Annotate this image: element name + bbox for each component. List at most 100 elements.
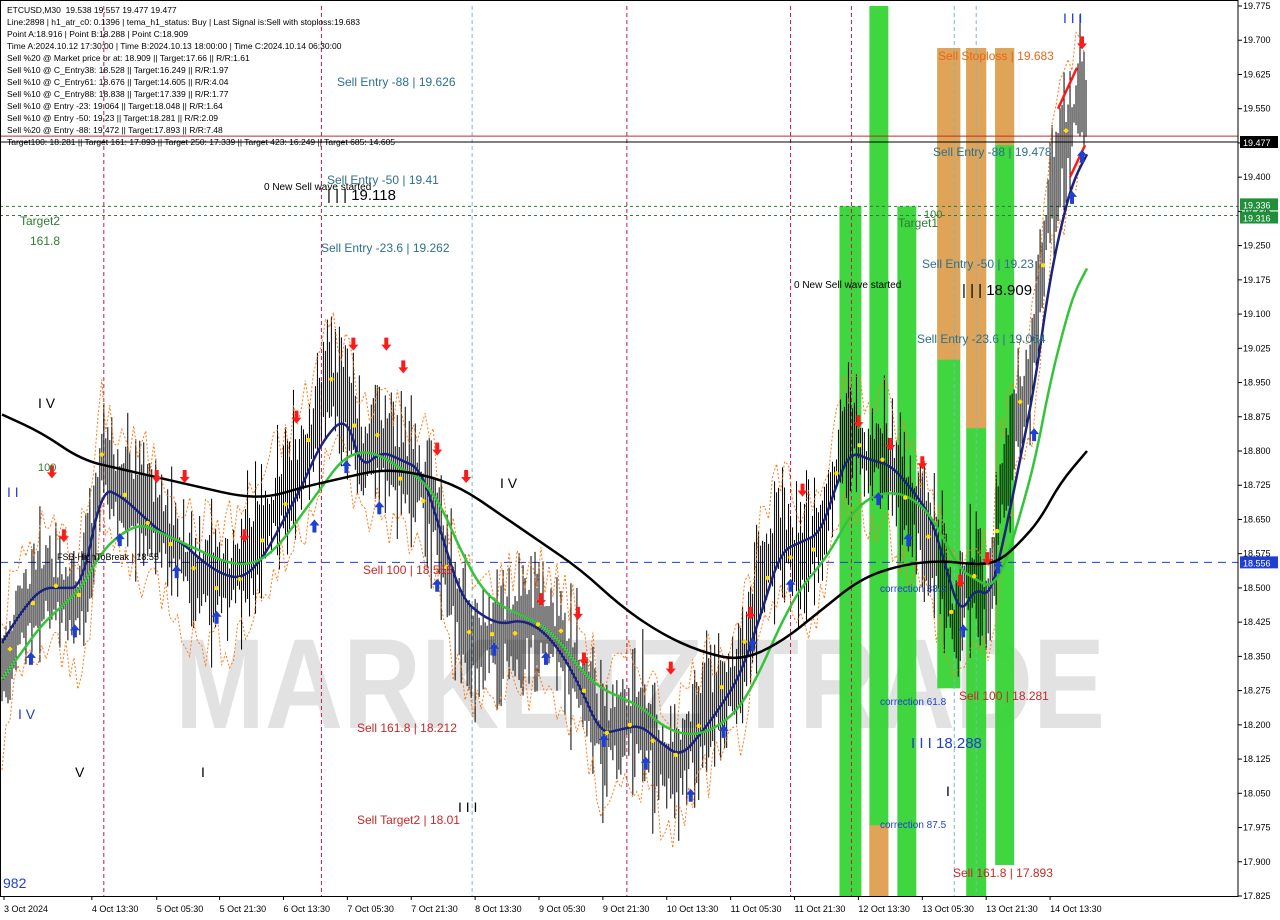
chart-annotation: I [946, 783, 950, 799]
pivot-dot [926, 534, 931, 539]
y-tick-label: 18.950 [1243, 378, 1271, 388]
x-tick-label: 8 Oct 13:30 [475, 904, 522, 914]
pivot-dot [811, 547, 816, 552]
buy-arrow-icon [25, 651, 36, 665]
x-tick-label: 7 Oct 05:30 [347, 904, 394, 914]
signal-zones [839, 6, 1015, 896]
chart-annotation: 161.8 [30, 234, 60, 248]
sell-arrow-icon [398, 360, 409, 374]
buy-arrow-icon [309, 519, 320, 533]
pivot-dot [375, 432, 380, 438]
pivot-dot [880, 457, 885, 462]
pivot-dot [214, 585, 219, 591]
pivot-dot [7, 646, 13, 652]
y-tick-label: 18.275 [1243, 686, 1271, 696]
sell-arrow-icon [917, 456, 928, 470]
pivot-dot [581, 688, 587, 693]
y-tick-label: 19.250 [1243, 241, 1271, 251]
chart-annotation: Sell Entry -50 | 19.23 [922, 257, 1034, 271]
pivot-dot [1063, 128, 1069, 133]
pivot-dot [650, 738, 656, 744]
zone-bar [869, 825, 889, 896]
y-tick-label: 18.800 [1243, 446, 1271, 456]
trend-segment [1056, 67, 1079, 110]
chart-annotation: I I I 18.288 [911, 735, 982, 752]
zone-bar [839, 206, 862, 896]
pivot-dot [168, 541, 173, 547]
y-tick-label: 18.050 [1243, 788, 1271, 798]
pivot-dot [742, 639, 747, 644]
pivot-dot [99, 452, 105, 457]
x-tick-label: 5 Oct 05:30 [157, 904, 204, 914]
pivot-dot [76, 592, 82, 598]
y-tick-label: 19.775 [1243, 1, 1271, 11]
y-tick-label: 19.100 [1243, 309, 1271, 319]
pivot-dot [421, 498, 426, 504]
chart-annotation: I [201, 764, 205, 780]
chart-annotation: correction 87.5 [880, 820, 947, 831]
x-tick-label: 14 Oct 13:30 [1050, 904, 1102, 914]
chart-annotation: | | | 18.909 [962, 282, 1032, 299]
y-tick-label: 19.700 [1243, 35, 1271, 45]
info-line: Sell %20 @ Entry -88: 19.472 || Target:1… [7, 125, 223, 135]
chart-annotation: 0 New Sell wave started [794, 280, 901, 291]
x-tick-label: 11 Oct 21:30 [795, 904, 846, 914]
pivot-dot [696, 723, 701, 729]
pivot-dot [53, 583, 59, 589]
x-tick-label: 13 Oct 21:30 [986, 904, 1038, 914]
sell-arrow-icon [461, 469, 472, 483]
y-tick-label: 18.650 [1243, 514, 1271, 524]
pivot-dot [673, 752, 678, 758]
info-line: Point A:18.916 | Point B:18.288 | Point … [7, 29, 189, 39]
pivot-dot [972, 573, 977, 579]
info-line: Line:2898 | h1_atr_c0: 0.1396 | tema_h1_… [7, 17, 360, 27]
time-axis: 3 Oct 2024 4 Oct 13:30 5 Oct 05:30 5 Oct 21… [3, 896, 1102, 914]
zone-bar [937, 47, 961, 360]
y-tick-label: 19.025 [1243, 343, 1271, 353]
pivot-dot [191, 565, 196, 571]
chart-annotation: correction 61.8 [880, 697, 947, 708]
pivot-dot [489, 632, 495, 637]
pivot-dot [719, 684, 724, 690]
chart-annotation: Sell 161.8 | 17.893 [953, 866, 1053, 880]
pivot-dot [260, 538, 265, 543]
pivot-dot [512, 631, 518, 636]
x-tick-label: 13 Oct 05:30 [922, 904, 974, 914]
pivot-dot [329, 376, 334, 382]
pivot-dot [949, 609, 954, 615]
chart-annotation: I I I [458, 799, 477, 815]
pivot-dot [834, 471, 839, 476]
info-line: Sell %10 @ C_Entry38: 18.528 || Target:1… [7, 65, 229, 75]
price-badge-label: 19.477 [1243, 138, 1271, 148]
x-tick-label: 6 Oct 13:30 [283, 904, 330, 914]
pivot-dot [306, 437, 311, 443]
chart-annotation: Sell 100 | 18.281 [959, 689, 1049, 703]
y-tick-label: 19.625 [1243, 69, 1271, 79]
sell-arrow-icon [432, 442, 443, 456]
y-tick-label: 19.400 [1243, 172, 1271, 182]
chart-annotation: Sell Target2 | 18.01 [357, 813, 460, 827]
pivot-dot [535, 622, 541, 627]
price-badge-label: 19.316 [1243, 213, 1271, 223]
y-tick-label: 17.900 [1243, 857, 1271, 867]
chart-annotation: Sell Stoploss | 19.683 [938, 49, 1054, 63]
pivot-dot [903, 495, 908, 500]
pivot-dot [1040, 263, 1046, 268]
pivot-dot [558, 628, 564, 634]
chart-annotation: Sell Entry -88 | 19.478 [933, 145, 1052, 159]
chart-annotation: Sell Entry -23.6 | 19.262 [321, 241, 450, 255]
y-tick-label: 17.825 [1243, 891, 1271, 901]
price-badge-label: 19.336 [1243, 200, 1271, 210]
info-line: ETCUSD,M30 19.538 19.557 19.477 19.477 [7, 5, 177, 15]
x-tick-label: 9 Oct 05:30 [539, 904, 586, 914]
sell-arrow-icon [179, 469, 190, 483]
y-tick-label: 18.725 [1243, 480, 1271, 490]
buy-arrow-icon [69, 624, 80, 638]
pivot-dot [466, 629, 472, 635]
pivot-dot [352, 423, 357, 428]
y-tick-label: 18.875 [1243, 412, 1271, 422]
chart-annotation: I V [500, 475, 518, 491]
pivot-dot [765, 575, 770, 581]
buy-arrow-icon [171, 565, 182, 579]
y-tick-label: 19.550 [1243, 104, 1271, 114]
